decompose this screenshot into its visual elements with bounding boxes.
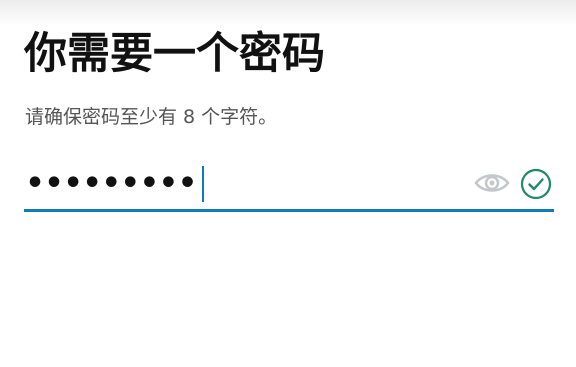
password-hint: 请确保密码至少有 8 个字符。 — [25, 106, 278, 128]
text-caret — [201, 166, 204, 202]
check-circle-icon — [520, 168, 552, 200]
eye-icon[interactable] — [474, 168, 510, 198]
password-input[interactable]: ••••••••• — [26, 166, 204, 202]
password-masked-value: ••••••••• — [26, 166, 198, 201]
page-title: 你需要一个密码 — [24, 29, 325, 79]
top-shade — [0, 0, 576, 26]
password-field[interactable]: ••••••••• — [24, 160, 554, 212]
